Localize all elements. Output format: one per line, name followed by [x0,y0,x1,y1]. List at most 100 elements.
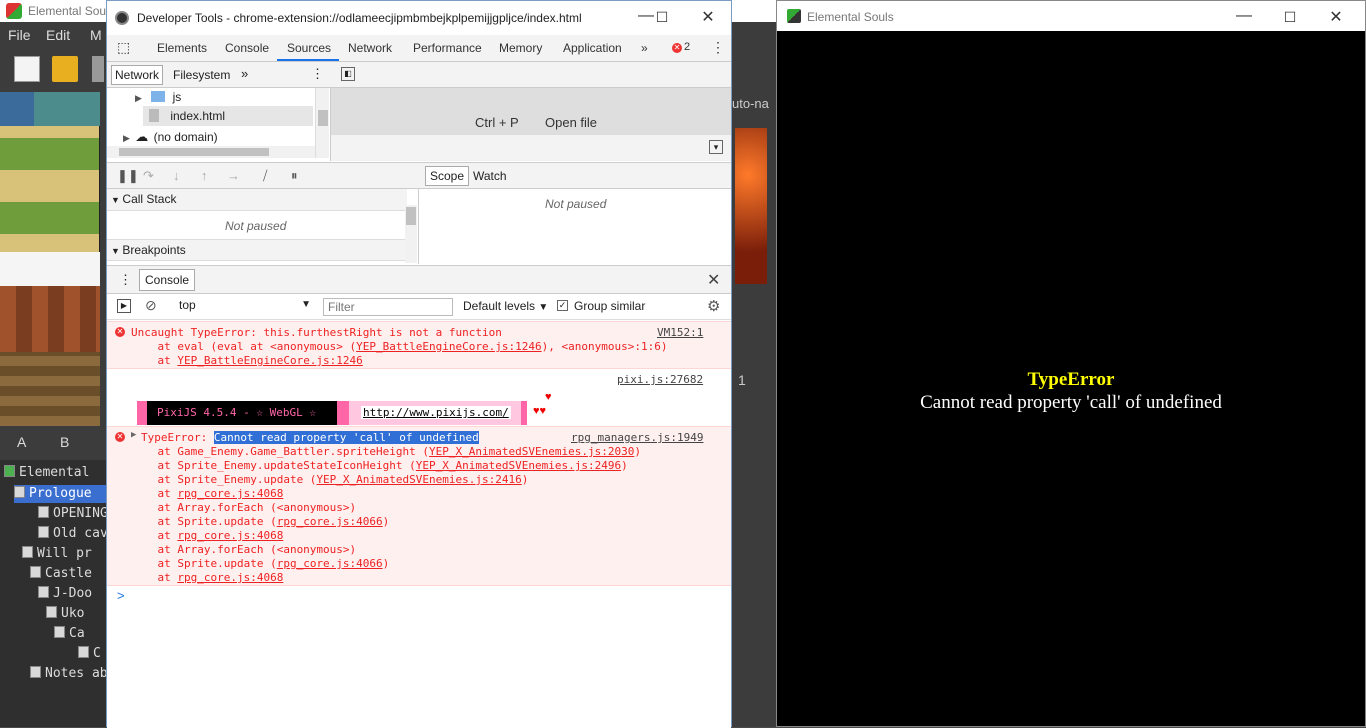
clear-console-icon[interactable]: ⊘ [145,297,157,314]
tileset-tab-a[interactable]: A [17,434,26,450]
map-tree-item[interactable]: J-Doo [38,586,92,601]
scrollbar-thumb[interactable] [318,110,328,126]
map-tree-item[interactable]: Elemental [4,465,89,480]
expand-arrow-icon[interactable]: ▶ [131,430,136,440]
tab-scope[interactable]: Scope [425,166,470,186]
maximize-icon[interactable]: ☐ [647,9,677,26]
tab-performance[interactable]: Performance [413,41,482,55]
pixi-url-link[interactable]: http://www.pixijs.com/ [361,406,511,419]
menu-file[interactable]: File [8,27,31,43]
pixi-banner: PixiJS 4.5.4 - ☆ WebGL ☆ [147,401,337,425]
close-icon[interactable]: ✕ [693,7,723,27]
menu-edit[interactable]: Edit [46,27,70,43]
map-tree-item[interactable]: OPENING [38,506,108,521]
tile-wood-floor[interactable] [0,352,100,426]
breakpoints-header[interactable]: ▼ Breakpoints [107,239,407,261]
tile-sand-stones[interactable] [0,252,100,286]
maximize-icon[interactable]: ☐ [1275,9,1305,26]
pixi-source-link[interactable]: pixi.js:27682 [617,373,703,386]
step-over-icon[interactable]: ↷ [143,168,154,184]
tile-water-decor[interactable] [0,92,34,126]
sources-editor: ◧ Ctrl + P Open file ▾ [331,62,731,161]
map-tree-item[interactable]: Old cav [38,526,108,541]
scrollbar-thumb[interactable] [406,207,416,225]
stack-frame-link[interactable]: rpg_core.js:4068 [177,529,283,542]
error-count-badge[interactable]: ✕ 2 [672,41,690,53]
step-into-icon[interactable]: ↓ [173,168,180,183]
debugger-scrollbar[interactable] [405,205,417,263]
map-tree-item[interactable]: Will pr [22,546,92,561]
new-project-icon[interactable] [14,56,40,82]
navigator-tab-network[interactable]: Network [111,65,164,85]
map-tree-item[interactable]: Castle [30,566,92,581]
call-stack-header[interactable]: ▼ Call Stack [107,189,407,211]
map-tree-item[interactable]: Uko [46,606,84,621]
file-icon [149,109,159,122]
tab-elements[interactable]: Elements [157,41,207,55]
map-tree-item[interactable]: Prologue [14,486,92,501]
close-icon[interactable]: ✕ [1321,7,1351,27]
error-source-link[interactable]: VM152:1 [657,326,703,339]
tab-watch[interactable]: Watch [473,169,507,183]
devtools-menu-icon[interactable]: ⋮ [711,39,725,56]
console-prompt[interactable]: > [117,588,125,603]
navigator-menu-icon[interactable]: ⋮ [311,66,324,82]
save-icon[interactable] [92,56,104,82]
open-folder-icon[interactable] [52,56,78,82]
map-tree-item[interactable]: Notes ab [30,666,108,681]
inspect-element-icon[interactable]: ⬚ [117,39,130,56]
more-tabs-icon[interactable]: » [641,41,648,55]
tab-memory[interactable]: Memory [499,41,542,55]
stack-frame-link[interactable]: YEP_X_AnimatedSVEnemies.js:2496 [416,459,621,472]
stack-frame-link[interactable]: YEP_X_AnimatedSVEnemies.js:2416 [316,473,521,486]
stack-frame: at YEP_BattleEngineCore.js:1246 [131,354,363,367]
pause-on-exceptions-icon[interactable]: ⏸ [291,168,298,184]
map-tree-item[interactable]: Ca [54,626,85,641]
log-levels-dropdown[interactable]: Default levels ▼ [463,299,548,313]
console-filter-input[interactable] [323,298,453,316]
group-similar-checkbox[interactable]: ✓ [557,300,568,311]
show-sidebar-icon[interactable]: ▶ [117,299,131,313]
deactivate-breakpoints-icon[interactable]: ⧸ [263,168,267,184]
navigator-vertical-scrollbar[interactable] [315,88,329,158]
context-select[interactable]: top ▼ [171,298,311,316]
menu-mode[interactable]: M [90,27,102,43]
pause-icon[interactable]: ❚❚ [117,168,139,184]
navigator-more-icon[interactable]: » [241,66,248,81]
toggle-navigator-icon[interactable]: ◧ [341,67,355,81]
stack-frame-link[interactable]: YEP_BattleEngineCore.js:1246 [177,354,362,367]
minimize-icon[interactable]: — [1229,7,1259,25]
tab-console[interactable]: Console [225,41,269,55]
tileset-tab-b[interactable]: B [60,434,69,450]
stack-frame: at Sprite.update (rpg_core.js:4066) [131,557,390,570]
gear-icon[interactable]: ⚙ [707,297,720,315]
heart-icon: ♥ [545,391,552,403]
tab-sources[interactable]: Sources [287,41,331,55]
close-drawer-icon[interactable]: ✕ [707,270,720,290]
tab-application[interactable]: Application [563,41,622,55]
map-tree-item[interactable]: C [78,646,101,661]
navigator-file-index[interactable]: index.html [149,109,225,123]
drawer-tab-console[interactable]: Console [139,269,196,291]
map-icon [30,566,41,578]
stack-frame-link[interactable]: rpg_core.js:4066 [277,557,383,570]
stack-frame-link[interactable]: rpg_core.js:4068 [177,487,283,500]
step-out-icon[interactable]: ↑ [201,168,208,183]
navigator-tab-filesystem[interactable]: Filesystem [173,68,230,82]
navigator-folder-js[interactable]: ▶ js [135,90,181,104]
tab-network[interactable]: Network [348,41,392,55]
tile-brick-walls[interactable] [0,286,100,352]
error-source-link[interactable]: rpg_managers.js:1949 [571,431,703,444]
scrollbar-thumb[interactable] [119,148,269,156]
stack-frame-link[interactable]: rpg_core.js:4068 [177,571,283,584]
navigator-no-domain[interactable]: ▶ ☁ (no domain) [123,129,218,145]
tile-water-plants[interactable] [34,92,100,126]
drawer-tabs: ⋮ Console ✕ [107,266,731,294]
stack-frame-link[interactable]: YEP_X_AnimatedSVEnemies.js:2030 [429,445,634,458]
stack-frame-link[interactable]: rpg_core.js:4066 [277,515,383,528]
navigator-horizontal-scrollbar[interactable] [107,146,315,158]
toggle-debugger-icon[interactable]: ▾ [709,140,723,154]
drawer-menu-icon[interactable]: ⋮ [119,272,132,288]
stack-frame-link[interactable]: YEP_BattleEngineCore.js:1246 [356,340,541,353]
step-icon[interactable]: → [227,168,240,183]
